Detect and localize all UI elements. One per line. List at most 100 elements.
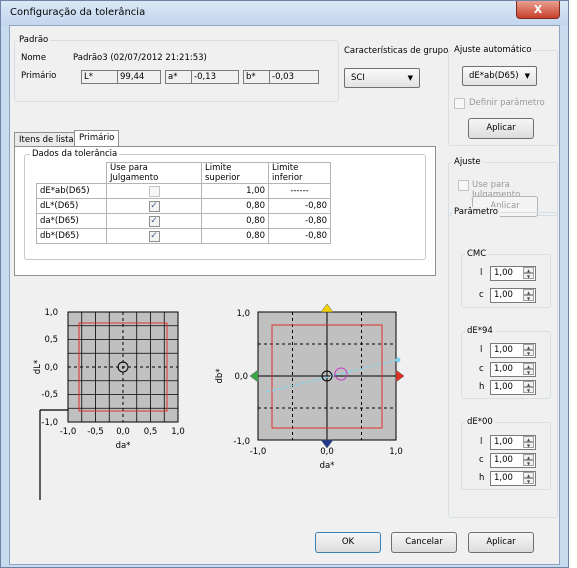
de94-l-spinner[interactable]: 1,00 ▲ ▼ <box>490 343 536 358</box>
auto-adjust-select[interactable]: dE*ab(D65) ▼ <box>462 66 537 86</box>
L-value-field: 99,44 <box>117 70 161 84</box>
plot-db-da: 1,0 0,0 -1,0 -1,0 0,0 1,0 da* db* <box>215 303 405 471</box>
x-tick: 1,0 <box>389 447 403 457</box>
cmc-c-value: 1,00 <box>494 290 513 300</box>
header-empty <box>36 162 107 184</box>
lower-limit-cell[interactable]: -0,80 <box>268 228 331 244</box>
upper-limit-cell[interactable]: 0,80 <box>201 198 269 214</box>
spin-down-icon[interactable]: ▼ <box>523 350 534 356</box>
y-tick: 0,0 <box>234 372 248 382</box>
use-judgment-checkbox[interactable] <box>148 185 160 197</box>
y-tick: -0,5 <box>41 390 58 400</box>
x-tick: 0,0 <box>320 447 334 457</box>
spinner-buttons: ▲ ▼ <box>523 289 534 302</box>
y-axis-label: dL* <box>33 360 43 374</box>
spin-down-icon[interactable]: ▼ <box>523 369 534 375</box>
auto-apply-button[interactable]: Aplicar <box>468 118 534 139</box>
tab-primary[interactable]: Primário <box>74 130 120 146</box>
auto-adjust-value: dE*ab(D65) <box>469 71 519 81</box>
spin-down-icon[interactable]: ▼ <box>523 478 534 484</box>
b-value-field: -0,03 <box>269 70 319 84</box>
row-name: da*(D65) <box>36 213 107 229</box>
de00-h-spinner[interactable]: 1,00 ▲ ▼ <box>490 471 536 486</box>
x-tick: 0,0 <box>116 427 130 437</box>
y-tick: 1,0 <box>44 308 58 318</box>
upper-limit-cell[interactable]: 0,80 <box>201 213 269 229</box>
table-row[interactable]: dE*ab(D65) 1,00 ------ <box>36 183 331 199</box>
plot-dl-da: 1,0 0,5 0,0 -0,5 -1,0 -1,0 -0,5 0,0 0,5 … <box>33 308 185 500</box>
spinner-buttons: ▲ ▼ <box>523 472 534 485</box>
de94-label: dE*94 <box>465 326 495 336</box>
spin-down-icon[interactable]: ▼ <box>523 273 534 279</box>
cmc-l-spinner[interactable]: 1,00 ▲ ▼ <box>490 266 536 281</box>
de00-c-spinner[interactable]: 1,00 ▲ ▼ <box>490 453 536 468</box>
tab-list-items[interactable]: Itens de lista <box>14 132 79 146</box>
name-label: Nome <box>21 53 47 63</box>
use-judgment-checkbox[interactable]: ✓ <box>148 230 160 242</box>
adjust-group-label: Ajuste <box>452 157 483 167</box>
spinner-buttons: ▲ ▼ <box>523 436 534 449</box>
spinner-buttons: ▲ ▼ <box>523 381 534 394</box>
de94-c-spinner[interactable]: 1,00 ▲ ▼ <box>490 362 536 377</box>
lower-limit-cell[interactable]: ------ <box>268 183 331 199</box>
de94-h-spinner[interactable]: 1,00 ▲ ▼ <box>490 380 536 395</box>
use-judgment-cell: ✓ <box>106 213 202 229</box>
define-param-checkbox[interactable] <box>454 98 465 109</box>
apply-button[interactable]: Aplicar <box>468 532 534 553</box>
de00-c-label: c <box>479 455 484 465</box>
row-name: dE*ab(D65) <box>36 183 107 199</box>
use-judgment-checkbox[interactable]: ✓ <box>148 215 160 227</box>
spin-down-icon[interactable]: ▼ <box>523 460 534 466</box>
spin-down-icon[interactable]: ▼ <box>523 387 534 393</box>
vector-endpoint <box>395 357 401 363</box>
cancel-button[interactable]: Cancelar <box>391 532 457 553</box>
lower-limit-cell[interactable]: -0,80 <box>268 213 331 229</box>
window-title: Configuração da tolerância <box>10 7 146 18</box>
chevron-down-icon: ▼ <box>524 72 530 80</box>
de00-label: dE*00 <box>465 417 495 427</box>
de00-c-value: 1,00 <box>494 455 513 465</box>
parameter-group-label: Parâmetro <box>452 207 501 217</box>
y-axis-label: db* <box>215 368 225 383</box>
de00-l-spinner[interactable]: 1,00 ▲ ▼ <box>490 435 536 450</box>
close-button[interactable]: X <box>516 1 560 19</box>
use-judgment-cell <box>106 183 202 199</box>
table-row[interactable]: dL*(D65) ✓ 0,80 -0,80 <box>36 198 331 214</box>
lower-limit-cell[interactable]: -0,80 <box>268 198 331 214</box>
yellow-direction-marker <box>320 303 334 313</box>
table-row[interactable]: db*(D65) ✓ 0,80 -0,80 <box>36 228 331 244</box>
spin-down-icon[interactable]: ▼ <box>523 295 534 301</box>
y-tick: 1,0 <box>236 309 250 319</box>
dialog-client: Padrão Nome Padrão3 (02/07/2012 21:21:53… <box>9 25 560 565</box>
cmc-c-label: c <box>479 290 484 300</box>
x-tick: 0,5 <box>144 427 158 437</box>
tolerance-group-label: Dados da tolerância <box>30 149 120 159</box>
upper-limit-cell[interactable]: 0,80 <box>201 228 269 244</box>
primary-label: Primário <box>21 71 57 81</box>
group-char-label: Características de grupo <box>344 46 449 56</box>
y-tick: 0,5 <box>44 335 58 345</box>
red-direction-marker <box>395 369 405 383</box>
a-label-field: a* <box>165 70 193 84</box>
row-name: dL*(D65) <box>36 198 107 214</box>
title-bar[interactable]: Configuração da tolerância X <box>1 1 568 25</box>
use-judgment-cell: ✓ <box>106 198 202 214</box>
table-row[interactable]: da*(D65) ✓ 0,80 -0,80 <box>36 213 331 229</box>
group-char-select[interactable]: SCI ▼ <box>344 68 420 88</box>
adjust-use-judgment-checkbox[interactable] <box>458 180 469 191</box>
use-judgment-checkbox[interactable]: ✓ <box>148 200 160 212</box>
a-value-field: -0,13 <box>191 70 239 84</box>
header-use-judgment: Use para Julgamento <box>106 162 202 184</box>
cmc-l-label: l <box>480 268 483 278</box>
spinner-buttons: ▲ ▼ <box>523 454 534 467</box>
y-tick: -1,0 <box>233 437 250 447</box>
ok-button[interactable]: OK <box>315 532 381 553</box>
cmc-c-spinner[interactable]: 1,00 ▲ ▼ <box>490 288 536 303</box>
upper-limit-cell[interactable]: 1,00 <box>201 183 269 199</box>
name-value: Padrão3 (02/07/2012 21:21:53) <box>73 53 207 63</box>
spin-down-icon[interactable]: ▼ <box>523 442 534 448</box>
spinner-buttons: ▲ ▼ <box>523 363 534 376</box>
header-upper-limit: Limite superior <box>201 162 269 184</box>
auto-adjust-label: Ajuste automático <box>452 45 534 55</box>
spinner-buttons: ▲ ▼ <box>523 267 534 280</box>
